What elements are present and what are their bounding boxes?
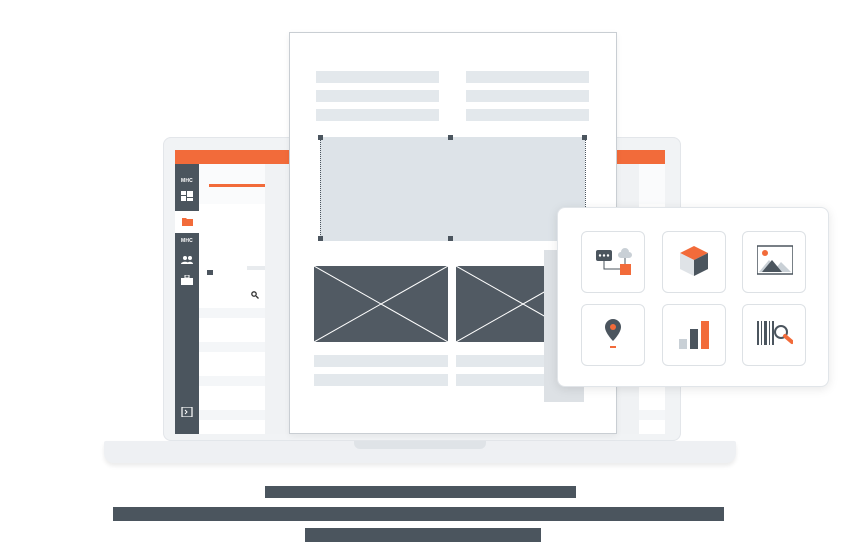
sidebar-item-active[interactable] bbox=[175, 211, 199, 233]
text-placeholder bbox=[314, 355, 448, 367]
chat-flow-icon bbox=[596, 248, 632, 275]
caption-line bbox=[113, 507, 724, 521]
resize-handle[interactable] bbox=[448, 236, 453, 241]
chart-widget[interactable] bbox=[662, 304, 726, 366]
cube-icon bbox=[680, 246, 708, 276]
text-placeholder bbox=[316, 109, 439, 121]
selection-edge bbox=[320, 137, 321, 241]
image-placeholder bbox=[314, 266, 448, 342]
column-shade bbox=[265, 164, 289, 434]
laptop-notch bbox=[354, 441, 486, 449]
text-placeholder bbox=[466, 109, 589, 121]
briefcase-icon[interactable] bbox=[181, 275, 193, 285]
widget-panel bbox=[557, 207, 829, 387]
resize-handle[interactable] bbox=[318, 135, 323, 140]
chat-flow-widget[interactable] bbox=[581, 231, 645, 293]
app-sidebar: MHC MHC bbox=[175, 164, 199, 434]
text-placeholder bbox=[316, 71, 439, 83]
map-pin-icon bbox=[605, 319, 621, 348]
location-widget[interactable] bbox=[581, 304, 645, 366]
text-placeholder bbox=[466, 90, 589, 102]
list-toggle-icon[interactable] bbox=[207, 270, 213, 275]
sidebar-label: MHC bbox=[181, 238, 193, 244]
users-icon[interactable] bbox=[181, 255, 193, 265]
text-placeholder bbox=[466, 71, 589, 83]
text-placeholder bbox=[316, 90, 439, 102]
collapse-icon[interactable] bbox=[181, 407, 193, 417]
sidebar-label: MHC bbox=[181, 178, 193, 184]
text-placeholder bbox=[314, 374, 448, 386]
caption-line bbox=[265, 486, 576, 498]
resize-handle[interactable] bbox=[448, 135, 453, 140]
folder-icon bbox=[182, 218, 193, 226]
bar-chart-icon bbox=[679, 321, 709, 349]
selected-block[interactable] bbox=[318, 135, 587, 241]
resize-handle[interactable] bbox=[582, 135, 587, 140]
resize-handle[interactable] bbox=[318, 236, 323, 241]
image-icon bbox=[757, 245, 793, 275]
barcode-search-icon bbox=[757, 321, 793, 345]
barcode-scan-widget[interactable] bbox=[742, 304, 806, 366]
dashboard-icon[interactable] bbox=[181, 191, 193, 201]
3d-cube-widget[interactable] bbox=[662, 231, 726, 293]
search-icon[interactable] bbox=[251, 291, 259, 299]
image-widget[interactable] bbox=[742, 231, 806, 293]
caption-line bbox=[305, 528, 541, 542]
header-accent-line bbox=[209, 184, 267, 187]
